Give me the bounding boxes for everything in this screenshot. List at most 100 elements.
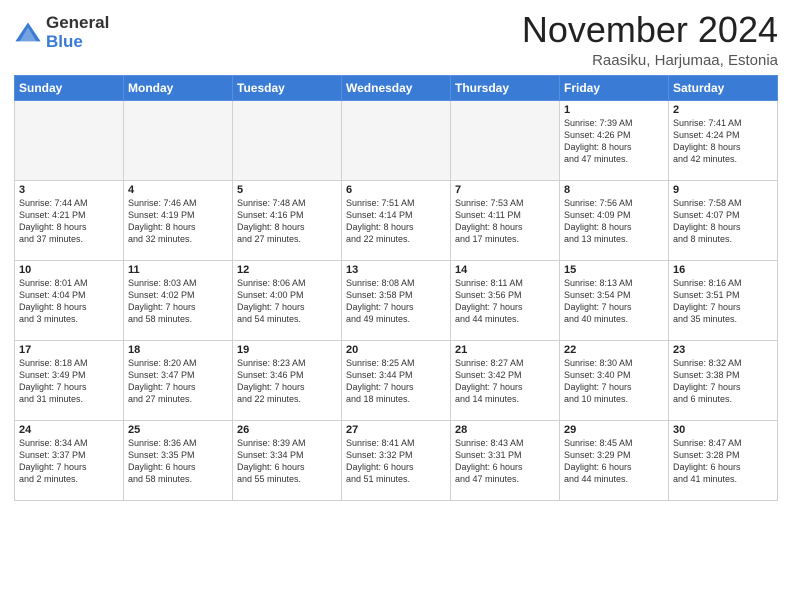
day-number: 26	[237, 424, 337, 436]
calendar-cell: 12Sunrise: 8:06 AM Sunset: 4:00 PM Dayli…	[233, 260, 342, 340]
calendar-cell	[124, 100, 233, 180]
calendar-cell: 30Sunrise: 8:47 AM Sunset: 3:28 PM Dayli…	[669, 420, 778, 500]
day-number: 1	[564, 104, 664, 116]
day-info: Sunrise: 8:25 AM Sunset: 3:44 PM Dayligh…	[346, 357, 446, 406]
day-info: Sunrise: 7:51 AM Sunset: 4:14 PM Dayligh…	[346, 197, 446, 246]
day-info: Sunrise: 7:58 AM Sunset: 4:07 PM Dayligh…	[673, 197, 773, 246]
day-info: Sunrise: 8:43 AM Sunset: 3:31 PM Dayligh…	[455, 437, 555, 486]
calendar-cell: 13Sunrise: 8:08 AM Sunset: 3:58 PM Dayli…	[342, 260, 451, 340]
week-row-4: 17Sunrise: 8:18 AM Sunset: 3:49 PM Dayli…	[15, 340, 778, 420]
calendar: SundayMondayTuesdayWednesdayThursdayFrid…	[14, 75, 778, 501]
page: General Blue November 2024 Raasiku, Harj…	[0, 0, 792, 612]
day-info: Sunrise: 8:39 AM Sunset: 3:34 PM Dayligh…	[237, 437, 337, 486]
day-number: 30	[673, 424, 773, 436]
weekday-header-thursday: Thursday	[451, 75, 560, 100]
day-info: Sunrise: 8:03 AM Sunset: 4:02 PM Dayligh…	[128, 277, 228, 326]
calendar-cell: 15Sunrise: 8:13 AM Sunset: 3:54 PM Dayli…	[560, 260, 669, 340]
logo-general: General	[46, 14, 109, 33]
weekday-header-friday: Friday	[560, 75, 669, 100]
calendar-cell: 20Sunrise: 8:25 AM Sunset: 3:44 PM Dayli…	[342, 340, 451, 420]
calendar-cell: 7Sunrise: 7:53 AM Sunset: 4:11 PM Daylig…	[451, 180, 560, 260]
calendar-cell: 6Sunrise: 7:51 AM Sunset: 4:14 PM Daylig…	[342, 180, 451, 260]
weekday-header-sunday: Sunday	[15, 75, 124, 100]
day-info: Sunrise: 7:39 AM Sunset: 4:26 PM Dayligh…	[564, 117, 664, 166]
day-info: Sunrise: 7:48 AM Sunset: 4:16 PM Dayligh…	[237, 197, 337, 246]
day-info: Sunrise: 8:34 AM Sunset: 3:37 PM Dayligh…	[19, 437, 119, 486]
day-number: 21	[455, 344, 555, 356]
logo-blue: Blue	[46, 33, 109, 52]
day-info: Sunrise: 7:56 AM Sunset: 4:09 PM Dayligh…	[564, 197, 664, 246]
day-info: Sunrise: 7:44 AM Sunset: 4:21 PM Dayligh…	[19, 197, 119, 246]
weekday-header-row: SundayMondayTuesdayWednesdayThursdayFrid…	[15, 75, 778, 100]
calendar-cell: 2Sunrise: 7:41 AM Sunset: 4:24 PM Daylig…	[669, 100, 778, 180]
day-info: Sunrise: 8:06 AM Sunset: 4:00 PM Dayligh…	[237, 277, 337, 326]
day-number: 27	[346, 424, 446, 436]
day-info: Sunrise: 7:46 AM Sunset: 4:19 PM Dayligh…	[128, 197, 228, 246]
day-info: Sunrise: 8:32 AM Sunset: 3:38 PM Dayligh…	[673, 357, 773, 406]
calendar-cell: 25Sunrise: 8:36 AM Sunset: 3:35 PM Dayli…	[124, 420, 233, 500]
day-number: 6	[346, 184, 446, 196]
week-row-3: 10Sunrise: 8:01 AM Sunset: 4:04 PM Dayli…	[15, 260, 778, 340]
day-number: 15	[564, 264, 664, 276]
day-number: 13	[346, 264, 446, 276]
day-number: 29	[564, 424, 664, 436]
day-info: Sunrise: 8:20 AM Sunset: 3:47 PM Dayligh…	[128, 357, 228, 406]
calendar-cell: 11Sunrise: 8:03 AM Sunset: 4:02 PM Dayli…	[124, 260, 233, 340]
weekday-header-monday: Monday	[124, 75, 233, 100]
day-number: 10	[19, 264, 119, 276]
calendar-cell: 24Sunrise: 8:34 AM Sunset: 3:37 PM Dayli…	[15, 420, 124, 500]
day-info: Sunrise: 8:27 AM Sunset: 3:42 PM Dayligh…	[455, 357, 555, 406]
day-number: 28	[455, 424, 555, 436]
calendar-cell: 19Sunrise: 8:23 AM Sunset: 3:46 PM Dayli…	[233, 340, 342, 420]
calendar-cell: 16Sunrise: 8:16 AM Sunset: 3:51 PM Dayli…	[669, 260, 778, 340]
day-info: Sunrise: 8:41 AM Sunset: 3:32 PM Dayligh…	[346, 437, 446, 486]
day-info: Sunrise: 8:01 AM Sunset: 4:04 PM Dayligh…	[19, 277, 119, 326]
day-info: Sunrise: 8:36 AM Sunset: 3:35 PM Dayligh…	[128, 437, 228, 486]
day-number: 14	[455, 264, 555, 276]
calendar-cell: 10Sunrise: 8:01 AM Sunset: 4:04 PM Dayli…	[15, 260, 124, 340]
header: General Blue November 2024 Raasiku, Harj…	[14, 10, 778, 69]
calendar-cell: 17Sunrise: 8:18 AM Sunset: 3:49 PM Dayli…	[15, 340, 124, 420]
location: Raasiku, Harjumaa, Estonia	[522, 52, 778, 69]
day-number: 16	[673, 264, 773, 276]
day-number: 8	[564, 184, 664, 196]
day-number: 22	[564, 344, 664, 356]
day-info: Sunrise: 8:23 AM Sunset: 3:46 PM Dayligh…	[237, 357, 337, 406]
logo-icon	[14, 19, 42, 47]
calendar-cell: 3Sunrise: 7:44 AM Sunset: 4:21 PM Daylig…	[15, 180, 124, 260]
weekday-header-tuesday: Tuesday	[233, 75, 342, 100]
calendar-cell: 14Sunrise: 8:11 AM Sunset: 3:56 PM Dayli…	[451, 260, 560, 340]
calendar-cell: 28Sunrise: 8:43 AM Sunset: 3:31 PM Dayli…	[451, 420, 560, 500]
day-number: 17	[19, 344, 119, 356]
day-info: Sunrise: 8:30 AM Sunset: 3:40 PM Dayligh…	[564, 357, 664, 406]
calendar-cell: 4Sunrise: 7:46 AM Sunset: 4:19 PM Daylig…	[124, 180, 233, 260]
calendar-cell: 9Sunrise: 7:58 AM Sunset: 4:07 PM Daylig…	[669, 180, 778, 260]
logo-text: General Blue	[46, 14, 109, 51]
weekday-header-saturday: Saturday	[669, 75, 778, 100]
day-info: Sunrise: 8:47 AM Sunset: 3:28 PM Dayligh…	[673, 437, 773, 486]
calendar-cell: 18Sunrise: 8:20 AM Sunset: 3:47 PM Dayli…	[124, 340, 233, 420]
calendar-cell: 8Sunrise: 7:56 AM Sunset: 4:09 PM Daylig…	[560, 180, 669, 260]
day-number: 19	[237, 344, 337, 356]
calendar-cell: 29Sunrise: 8:45 AM Sunset: 3:29 PM Dayli…	[560, 420, 669, 500]
day-number: 18	[128, 344, 228, 356]
calendar-cell: 26Sunrise: 8:39 AM Sunset: 3:34 PM Dayli…	[233, 420, 342, 500]
day-number: 4	[128, 184, 228, 196]
weekday-header-wednesday: Wednesday	[342, 75, 451, 100]
month-title: November 2024	[522, 10, 778, 50]
day-number: 5	[237, 184, 337, 196]
calendar-cell: 27Sunrise: 8:41 AM Sunset: 3:32 PM Dayli…	[342, 420, 451, 500]
day-info: Sunrise: 8:13 AM Sunset: 3:54 PM Dayligh…	[564, 277, 664, 326]
day-number: 7	[455, 184, 555, 196]
calendar-cell: 22Sunrise: 8:30 AM Sunset: 3:40 PM Dayli…	[560, 340, 669, 420]
day-info: Sunrise: 8:08 AM Sunset: 3:58 PM Dayligh…	[346, 277, 446, 326]
calendar-cell	[342, 100, 451, 180]
calendar-cell	[15, 100, 124, 180]
day-info: Sunrise: 8:45 AM Sunset: 3:29 PM Dayligh…	[564, 437, 664, 486]
day-info: Sunrise: 8:11 AM Sunset: 3:56 PM Dayligh…	[455, 277, 555, 326]
day-number: 20	[346, 344, 446, 356]
day-number: 9	[673, 184, 773, 196]
week-row-2: 3Sunrise: 7:44 AM Sunset: 4:21 PM Daylig…	[15, 180, 778, 260]
day-number: 3	[19, 184, 119, 196]
logo: General Blue	[14, 14, 109, 51]
